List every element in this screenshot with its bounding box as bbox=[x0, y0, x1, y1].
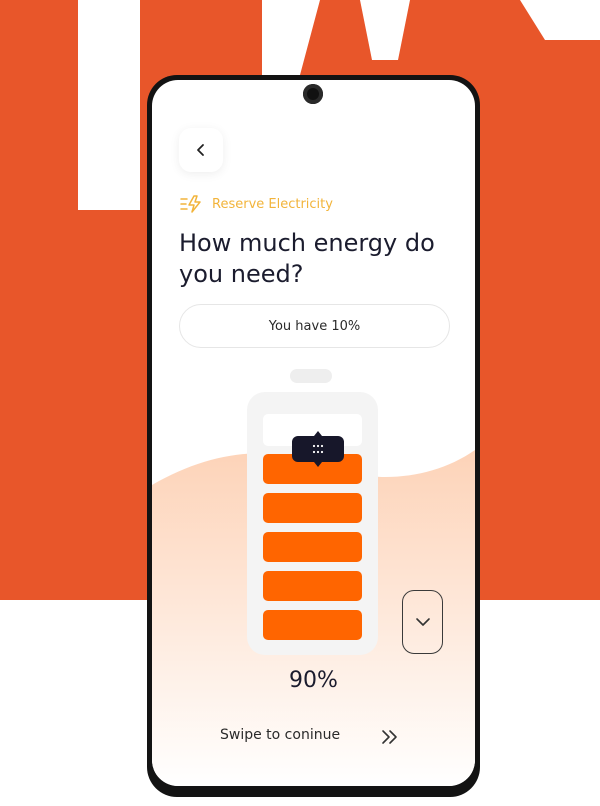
battery-segment bbox=[263, 493, 362, 523]
back-button[interactable] bbox=[179, 128, 223, 172]
decrease-button[interactable] bbox=[402, 590, 443, 654]
battery-segment bbox=[263, 610, 362, 640]
battery-drag-handle[interactable] bbox=[292, 431, 344, 467]
arrow-down-icon bbox=[314, 462, 322, 467]
chevron-left-icon bbox=[197, 144, 204, 156]
chevron-down-icon bbox=[415, 618, 430, 626]
swipe-to-continue[interactable]: Swipe to coninue bbox=[220, 727, 397, 744]
front-camera bbox=[303, 84, 323, 104]
battery-selector[interactable] bbox=[247, 392, 378, 655]
selected-level: 90% bbox=[289, 668, 338, 693]
battery-cap bbox=[290, 369, 332, 383]
swipe-label: Swipe to coninue bbox=[220, 727, 341, 743]
arrow-up-icon bbox=[314, 431, 322, 436]
drag-grid-icon bbox=[312, 444, 324, 454]
battery-segment bbox=[263, 532, 362, 562]
phone-frame: Reserve Electricity How much energy do y… bbox=[147, 75, 480, 797]
tag-label: Reserve Electricity bbox=[212, 196, 333, 212]
page-title: How much energy do you need? bbox=[179, 229, 435, 288]
double-chevron-right-icon bbox=[382, 730, 397, 744]
lightning-icon bbox=[180, 195, 201, 213]
current-level-label: You have 10% bbox=[268, 318, 361, 334]
battery-segment bbox=[263, 571, 362, 601]
current-level-pill: You have 10% bbox=[179, 304, 450, 348]
app-screen: Reserve Electricity How much energy do y… bbox=[152, 80, 475, 786]
category-tag: Reserve Electricity bbox=[180, 195, 333, 213]
